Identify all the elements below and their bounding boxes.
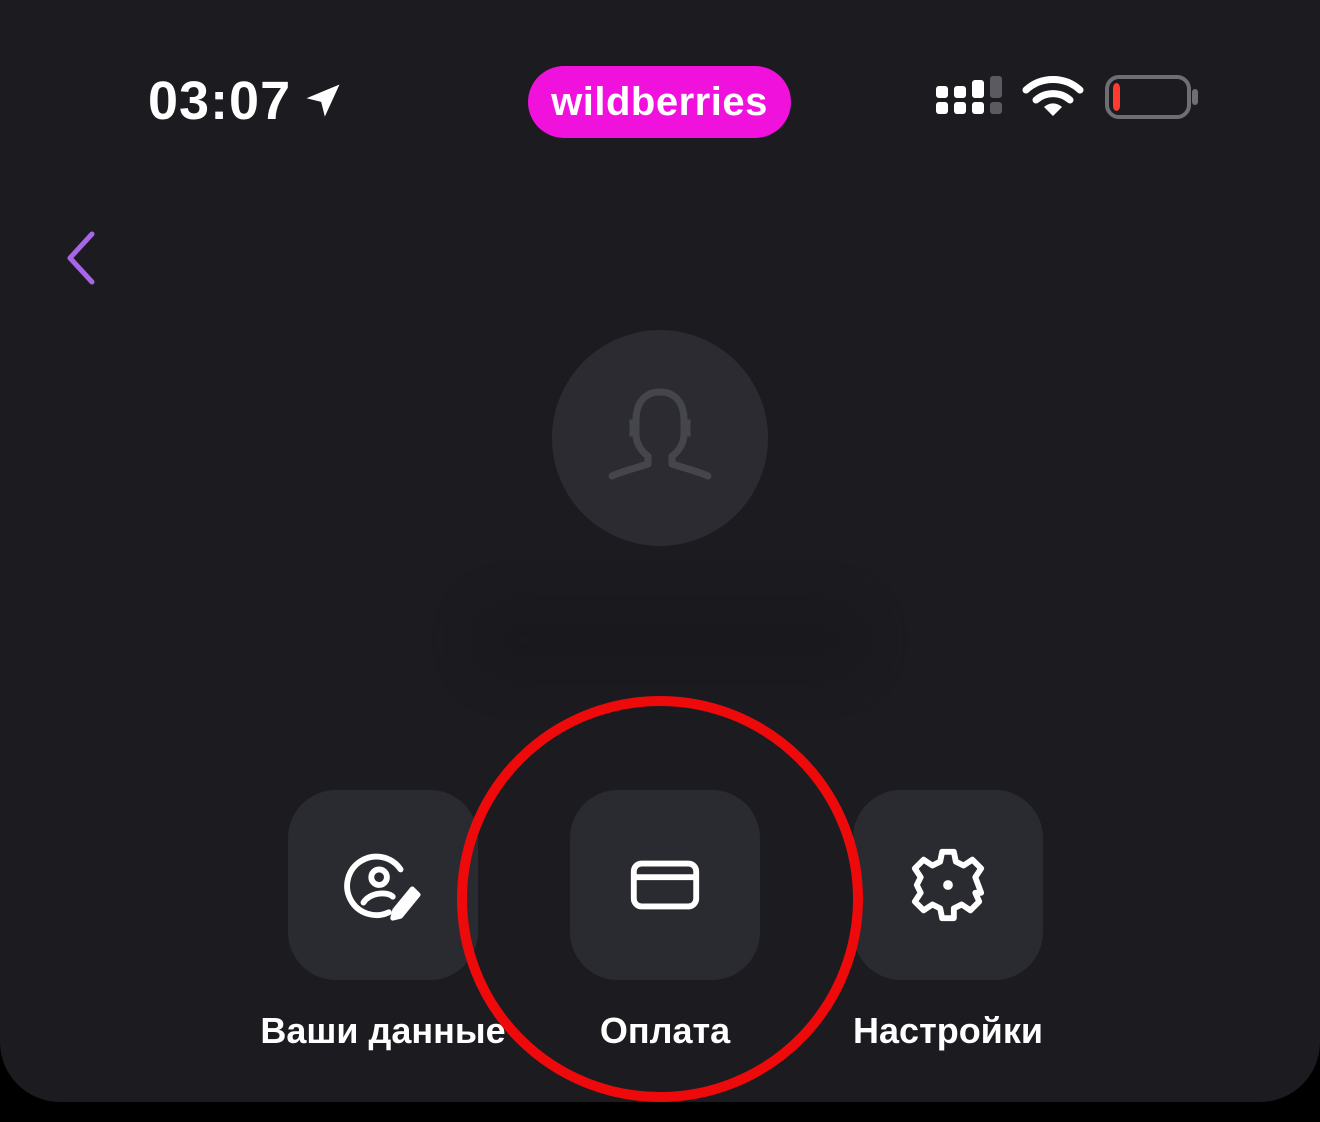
location-arrow-icon <box>306 84 340 117</box>
payment-button[interactable]: Оплата <box>515 790 815 1070</box>
your-data-tile[interactable] <box>288 790 478 980</box>
gear-icon <box>911 848 985 922</box>
status-time: 03:07 <box>148 71 292 131</box>
back-button[interactable] <box>50 226 110 290</box>
avatar[interactable] <box>552 330 768 546</box>
your-data-label: Ваши данные <box>260 1010 506 1051</box>
clock-group: 03:07 <box>148 66 345 136</box>
user-edit-icon <box>344 853 421 921</box>
user-name-hidden <box>470 600 870 680</box>
settings-label: Настройки <box>853 1010 1043 1051</box>
brand-name: wildberries <box>551 79 768 124</box>
settings-tile[interactable] <box>853 790 1043 980</box>
settings-button[interactable]: Настройки <box>798 790 1098 1070</box>
status-bar: 03:07 wildberries <box>0 0 1320 200</box>
quick-actions: Ваши данные Оплата Настройки <box>0 790 1320 1090</box>
wifi-icon <box>1022 76 1084 116</box>
your-data-button[interactable]: Ваши данные <box>233 790 533 1070</box>
battery-low-icon <box>1105 75 1198 119</box>
chevron-left-icon <box>67 231 95 285</box>
cellular-signal-icon <box>936 76 1002 114</box>
payment-label: Оплата <box>599 1010 731 1051</box>
user-silhouette-icon <box>608 388 712 480</box>
brand-badge: wildberries <box>528 66 791 138</box>
profile-screen: 03:07 wildberries Ваши данные Оплата Нас… <box>0 0 1320 1102</box>
payment-tile[interactable] <box>570 790 760 980</box>
credit-card-icon <box>630 860 700 910</box>
